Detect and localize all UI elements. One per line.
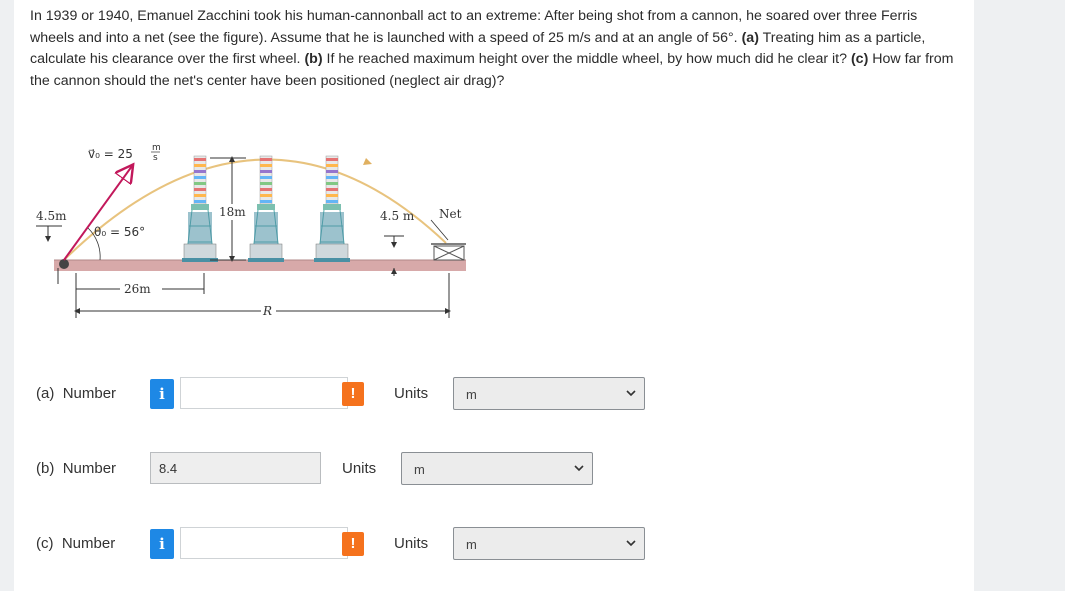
net: [431, 243, 466, 261]
answer-c-input[interactable]: [180, 527, 348, 559]
part-b-text: If he reached maximum height over the mi…: [326, 51, 847, 68]
chevron-down-icon: [574, 465, 584, 472]
part-a-label: (a) Number: [36, 385, 117, 402]
part-b-tag: (b): [304, 51, 323, 68]
v0-unit-den: s: [153, 153, 158, 163]
units-label-a: Units: [394, 385, 429, 402]
distance-26-label: 26m: [124, 282, 151, 296]
v0-label: v⃗₀ = 25: [88, 147, 133, 161]
chevron-down-icon: [626, 390, 636, 397]
part-a-tag: (a): [741, 29, 759, 46]
answer-a-input[interactable]: [180, 377, 348, 409]
units-select-b[interactable]: m: [401, 452, 593, 485]
units-select-c[interactable]: m: [453, 527, 645, 560]
cannonball-figure: v⃗₀ = 25 m s θ₀ = 56° 4.5m 18m 4.5 m Net…: [36, 143, 466, 318]
exclamation-icon[interactable]: !: [342, 382, 364, 406]
net-label: Net: [439, 207, 462, 221]
answer-row-b: (b) Number Units m: [14, 452, 974, 486]
units-label-c: Units: [394, 535, 429, 552]
theta-label: θ₀ = 56°: [94, 225, 145, 239]
question-card: In 1939 or 1940, Emanuel Zacchini took h…: [14, 0, 974, 591]
info-icon[interactable]: i: [150, 379, 174, 409]
height-wheel-label: 18m: [219, 205, 246, 219]
part-c-label: (c) Number: [36, 535, 116, 552]
part-b-label: (b) Number: [36, 460, 117, 477]
problem-text: In 1939 or 1940, Emanuel Zacchini took h…: [30, 6, 965, 92]
info-icon[interactable]: i: [150, 529, 174, 559]
units-select-a[interactable]: m: [453, 377, 645, 410]
units-label-b: Units: [342, 460, 377, 477]
height-left-label: 4.5m: [36, 209, 67, 223]
chevron-down-icon: [626, 540, 636, 547]
part-c-tag: (c): [850, 51, 869, 68]
v0-unit-num: m: [152, 143, 161, 153]
answer-b-input[interactable]: [150, 452, 321, 484]
height-right-label: 4.5 m: [380, 209, 415, 223]
distance-R-label: R: [262, 304, 272, 318]
answer-row-a: (a) Number i ! Units m: [14, 377, 974, 411]
answer-row-c: (c) Number i ! Units m: [14, 527, 974, 561]
exclamation-icon[interactable]: !: [342, 532, 364, 556]
cannon: [59, 259, 69, 269]
